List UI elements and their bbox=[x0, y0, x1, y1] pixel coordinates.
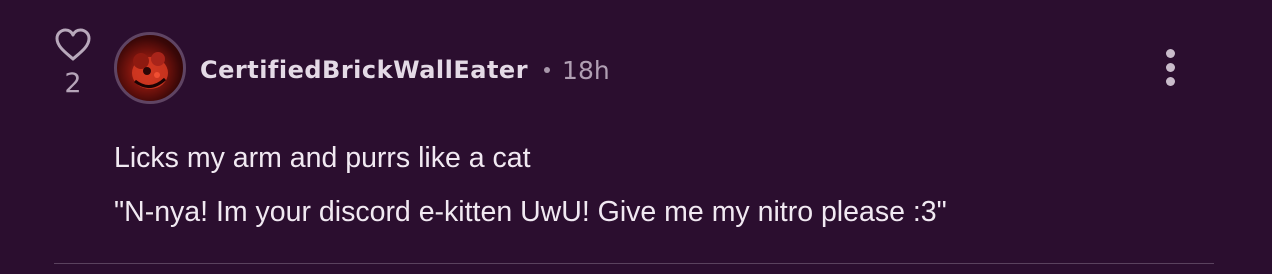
more-vertical-icon-dot bbox=[1165, 76, 1175, 86]
separator-dot bbox=[544, 67, 551, 73]
divider bbox=[54, 263, 1214, 264]
comment-line: "N-nya! Im your discord e-kitten UwU! Gi… bbox=[114, 196, 947, 228]
username[interactable]: CertifiedBrickWallEater bbox=[200, 56, 528, 84]
timestamp: 18h bbox=[562, 55, 610, 85]
heart-icon[interactable] bbox=[53, 26, 93, 62]
more-vertical-icon-dot bbox=[1165, 62, 1175, 72]
comment-meta: CertifiedBrickWallEater 18h bbox=[200, 50, 610, 90]
comment-body: Licks my arm and purrs like a cat "N-nya… bbox=[114, 138, 947, 232]
like-column: 2 bbox=[50, 26, 96, 97]
avatar[interactable] bbox=[114, 32, 186, 104]
more-options-button[interactable] bbox=[1152, 44, 1188, 90]
comment-line: Licks my arm and purrs like a cat bbox=[114, 142, 531, 174]
more-vertical-icon bbox=[1165, 48, 1175, 58]
like-count: 2 bbox=[64, 68, 82, 99]
